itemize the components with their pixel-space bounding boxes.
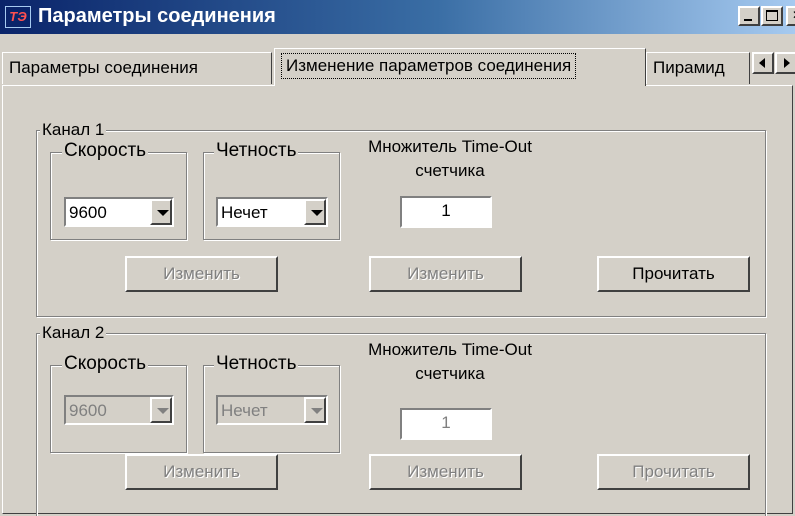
title-bar[interactable]: ТЭ Параметры соединения ✕ [0,0,795,34]
channel1-parity-label: Четность [214,140,299,162]
dropdown-button[interactable] [150,397,172,423]
channel1-timeout-label-line1: Множитель Time-Out [368,137,532,156]
window-title: Параметры соединения [38,5,276,27]
app-logo-icon: ТЭ [5,6,31,28]
channel1-timeout-label-line2: счетчика [415,161,485,180]
dropdown-button[interactable] [304,397,326,423]
minimize-button[interactable] [738,6,760,26]
channel1-parity-select[interactable]: Нечет [216,197,328,227]
channel2-timeout-label-line1: Множитель Time-Out [368,340,532,359]
tab-label: Пирамид [653,58,725,77]
channel1-timeout-input[interactable]: 1 [400,196,492,228]
channel2-speed-label: Скорость [62,353,149,375]
channel2-parity-value: Нечет [221,401,268,420]
channel1-speed-select[interactable]: 9600 [64,197,174,227]
channel1-parity-value: Нечет [221,203,268,222]
channel2-timeout-input[interactable]: 1 [400,408,492,440]
tab-label: Параметры соединения [9,58,198,77]
maximize-icon [766,10,778,21]
tab-change-connection-parameters[interactable]: Изменение параметров соединения [274,48,646,86]
close-button[interactable]: ✕ [786,6,795,26]
tab-label: Изменение параметров соединения [281,53,577,79]
channel2-title: Канал 2 [40,323,107,343]
channel1-change-speed-button[interactable]: Изменить [125,256,278,292]
tab-connection-parameters[interactable]: Параметры соединения [2,52,272,84]
channel1-read-button[interactable]: Прочитать [597,256,750,292]
minimize-icon [744,19,752,21]
channel2-read-button[interactable]: Прочитать [597,454,750,490]
channel2-change-speed-button[interactable]: Изменить [125,454,278,490]
chevron-down-icon [157,210,169,216]
arrow-right-icon [784,58,790,68]
channel2-change-timeout-button[interactable]: Изменить [369,454,522,490]
connection-parameters-window: ТЭ Параметры соединения ✕ Параметры соед… [0,0,795,516]
dropdown-button[interactable] [150,199,172,225]
channel2-parity-select[interactable]: Нечет [216,395,328,425]
channel1-change-timeout-button[interactable]: Изменить [369,256,522,292]
channel1-speed-value: 9600 [69,203,107,222]
dropdown-button[interactable] [304,199,326,225]
channel2-speed-value: 9600 [69,401,107,420]
tab-scroll-right-button[interactable] [775,52,795,74]
chevron-down-icon [311,210,323,216]
chevron-down-icon [311,408,323,414]
tab-scroll-left-button[interactable] [752,52,774,74]
arrow-left-icon [759,58,765,68]
channel2-speed-select[interactable]: 9600 [64,395,174,425]
channel2-timeout-label-line2: счетчика [415,364,485,383]
channel1-title: Канал 1 [40,120,107,140]
chevron-down-icon [157,408,169,414]
tab-pyramid[interactable]: Пирамид [646,52,750,84]
channel2-parity-label: Четность [214,353,299,375]
maximize-button[interactable] [761,6,783,26]
channel1-speed-label: Скорость [62,140,149,162]
